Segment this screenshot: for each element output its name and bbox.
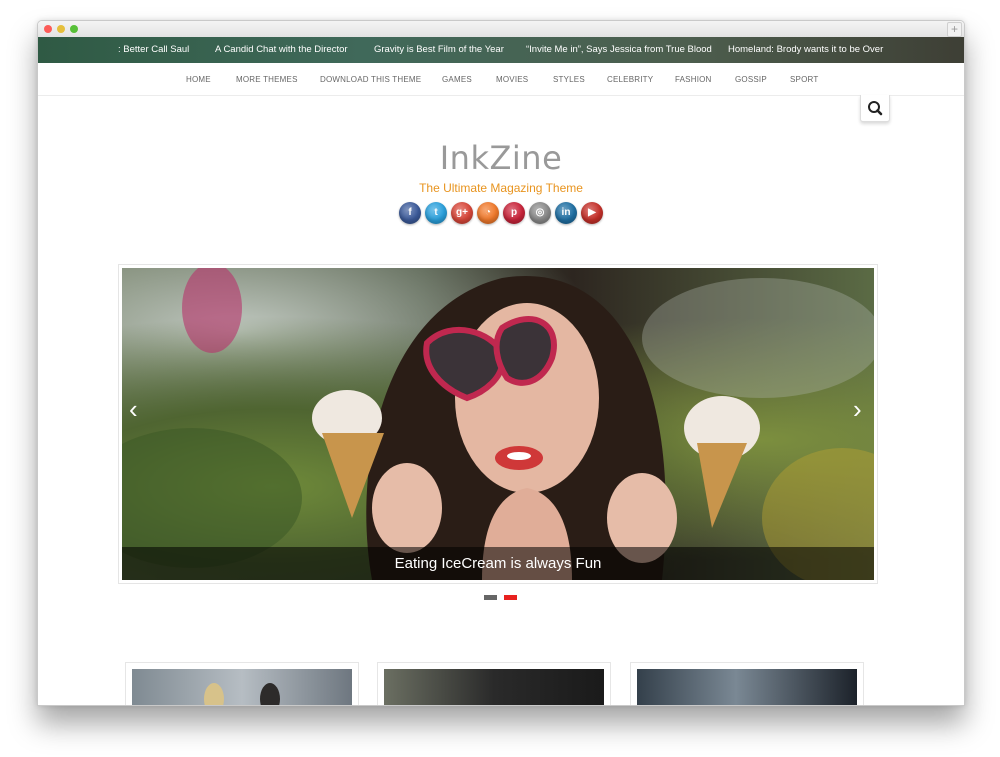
linkedin-icon[interactable]: in bbox=[555, 202, 577, 224]
instagram-icon[interactable]: ◎ bbox=[529, 202, 551, 224]
nav-item-sport[interactable]: SPORT bbox=[790, 75, 818, 84]
site-title[interactable]: InkZine bbox=[38, 139, 964, 177]
nav-item-games[interactable]: GAMES bbox=[442, 75, 472, 84]
post-thumbnail bbox=[204, 683, 280, 705]
pinterest-icon[interactable]: p bbox=[503, 202, 525, 224]
nav-item-styles[interactable]: STYLES bbox=[553, 75, 585, 84]
post-card-image[interactable] bbox=[132, 669, 352, 705]
nav-item-home[interactable]: HOME bbox=[186, 75, 211, 84]
browser-window: + : Better Call Saul A Candid Chat with … bbox=[37, 20, 965, 706]
search-button[interactable] bbox=[860, 95, 890, 122]
slide-image[interactable]: ‹ › Eating IceCream is always Fun bbox=[122, 268, 874, 580]
site-tagline: The Ultimate Magazing Theme bbox=[419, 181, 583, 195]
slide-photo bbox=[122, 268, 874, 580]
facebook-icon[interactable]: f bbox=[399, 202, 421, 224]
search-icon bbox=[868, 101, 883, 116]
slider-pagination-dot-active[interactable] bbox=[504, 595, 517, 600]
post-card[interactable] bbox=[377, 662, 611, 705]
youtube-icon[interactable]: ▶ bbox=[581, 202, 603, 224]
nav-item-more-themes[interactable]: MORE THEMES bbox=[236, 75, 298, 84]
browser-titlebar: + bbox=[38, 21, 964, 38]
slide-caption[interactable]: Eating IceCream is always Fun bbox=[122, 547, 874, 580]
nav-item-fashion[interactable]: FASHION bbox=[675, 75, 712, 84]
ticker-item[interactable]: Homeland: Brody wants it to be Over bbox=[728, 44, 883, 55]
maximize-window-button[interactable] bbox=[70, 25, 78, 33]
news-ticker: : Better Call Saul A Candid Chat with th… bbox=[38, 37, 964, 63]
close-window-button[interactable] bbox=[44, 25, 52, 33]
post-card-image[interactable] bbox=[637, 669, 857, 705]
nav-item-download-this-theme[interactable]: DOWNLOAD THIS THEME bbox=[320, 75, 421, 84]
nav-item-gossip[interactable]: GOSSIP bbox=[735, 75, 767, 84]
rss-icon[interactable]: ◔ bbox=[477, 202, 499, 224]
nav-item-movies[interactable]: MOVIES bbox=[496, 75, 528, 84]
nav-item-celebrity[interactable]: CELEBRITY bbox=[607, 75, 653, 84]
minimize-window-button[interactable] bbox=[57, 25, 65, 33]
twitter-icon[interactable]: t bbox=[425, 202, 447, 224]
ticker-item[interactable]: A Candid Chat with the Director bbox=[215, 44, 348, 55]
slider-prev-button[interactable]: ‹ bbox=[129, 396, 138, 422]
post-card-image[interactable] bbox=[384, 669, 604, 705]
post-card[interactable] bbox=[630, 662, 864, 705]
ticker-item[interactable]: “Invite Me in”, Says Jessica from True B… bbox=[526, 44, 712, 55]
ticker-item[interactable]: : Better Call Saul bbox=[118, 44, 189, 55]
new-tab-button[interactable]: + bbox=[947, 22, 962, 37]
post-card[interactable] bbox=[125, 662, 359, 705]
main-navigation: HOME MORE THEMES DOWNLOAD THIS THEME GAM… bbox=[38, 63, 964, 96]
slider-pagination-dot[interactable] bbox=[484, 595, 497, 600]
google-plus-icon[interactable]: g+ bbox=[451, 202, 473, 224]
slider-next-button[interactable]: › bbox=[853, 396, 862, 422]
featured-slider: ‹ › Eating IceCream is always Fun bbox=[118, 264, 878, 584]
ticker-item[interactable]: Gravity is Best Film of the Year bbox=[374, 44, 504, 55]
